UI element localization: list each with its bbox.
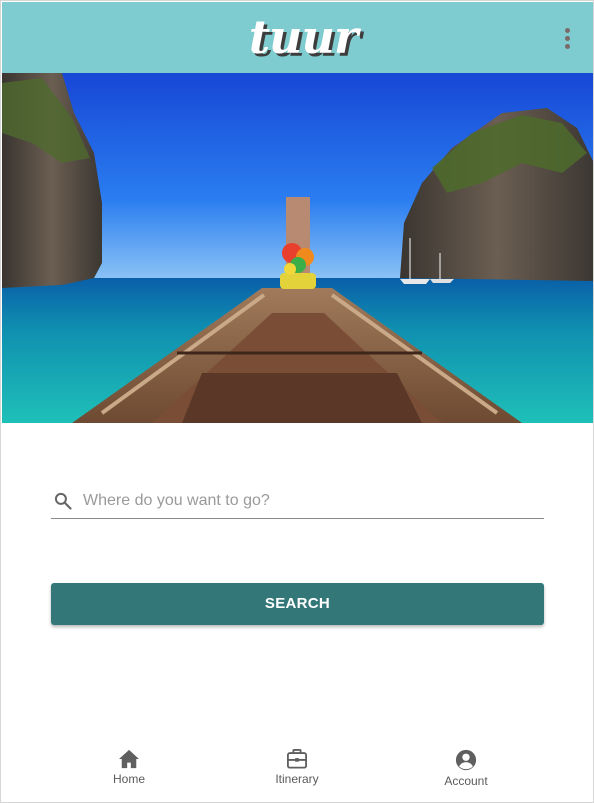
logo-text: tuur [248,10,358,64]
nav-item-itinerary[interactable]: Itinerary [237,749,357,795]
nav-label-account: Account [444,774,488,788]
app-bar: tuur [2,2,593,73]
bottom-nav: Home Itinerary Account [2,741,593,802]
hero-image [2,73,593,423]
app-screen: tuur Where do you want to go? SEARCH Hom… [0,0,594,803]
nav-item-account[interactable]: Account [406,749,526,795]
account-circle-icon [455,749,477,771]
search-button[interactable]: SEARCH [51,583,544,625]
logo: tuur [228,8,378,66]
nav-label-itinerary: Itinerary [275,772,319,786]
nav-item-home[interactable]: Home [69,749,189,795]
search-icon [54,492,72,510]
briefcase-icon [287,749,307,769]
more-vertical-icon[interactable] [558,24,578,54]
hero-illustration [2,73,593,423]
nav-label-home: Home [112,772,145,786]
home-icon [119,749,139,769]
search-input[interactable] [83,487,538,515]
search-field[interactable] [51,483,544,519]
